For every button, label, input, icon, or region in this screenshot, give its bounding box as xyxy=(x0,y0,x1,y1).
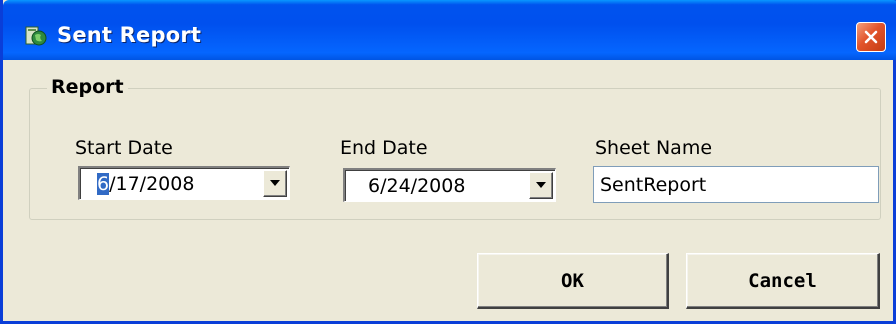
start-date-label: Start Date xyxy=(75,137,173,159)
start-date-selected-part: 6 xyxy=(97,173,110,195)
dialog-window: Sent Report Report Start Date 6/17/2008 … xyxy=(0,0,896,324)
start-date-value[interactable]: 6/17/2008 xyxy=(97,173,194,195)
end-date-value[interactable]: 6/24/2008 xyxy=(368,175,465,197)
cancel-button[interactable]: Cancel xyxy=(686,253,880,309)
report-globe-icon xyxy=(24,24,48,48)
sheet-name-value[interactable]: SentReport xyxy=(600,174,706,196)
chevron-down-icon xyxy=(270,180,280,186)
end-date-dropdown-button[interactable] xyxy=(529,172,553,199)
ok-button[interactable]: OK xyxy=(477,253,669,309)
chevron-down-icon xyxy=(536,182,546,188)
title-bar[interactable]: Sent Report xyxy=(3,0,896,60)
start-date-picker[interactable]: 6/17/2008 xyxy=(78,166,290,200)
close-icon xyxy=(864,30,878,44)
start-date-rest: /17/2008 xyxy=(109,173,195,195)
report-group-legend: Report xyxy=(47,76,128,98)
end-date-label: End Date xyxy=(340,137,428,159)
close-button[interactable] xyxy=(856,22,886,52)
window-title: Sent Report xyxy=(57,23,202,47)
start-date-dropdown-button[interactable] xyxy=(263,170,287,197)
end-date-picker[interactable]: 6/24/2008 xyxy=(343,168,556,202)
sheet-name-field[interactable]: SentReport xyxy=(593,166,879,203)
sheet-name-label: Sheet Name xyxy=(595,137,713,159)
